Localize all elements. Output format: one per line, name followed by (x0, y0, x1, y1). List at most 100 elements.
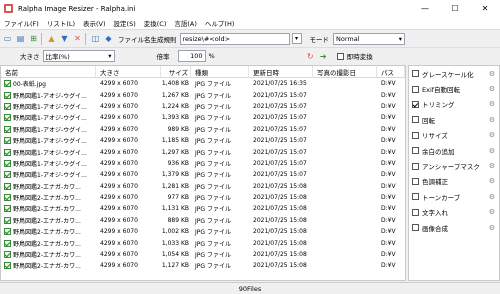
mode-select[interactable]: Normal ▾ (333, 32, 405, 45)
filter-checkbox[interactable] (412, 147, 419, 155)
filter-checkbox[interactable] (412, 177, 419, 185)
row-checkbox[interactable] (4, 239, 11, 247)
table-row[interactable]: 野鳥図鑑2-エナガ-カワ... 4299 x 6070 1,127 KB JPG ファ… (1, 260, 405, 271)
gear-icon[interactable]: ⚙ (489, 193, 495, 201)
row-checkbox[interactable] (4, 205, 11, 213)
filter-item[interactable]: 余白の追加 ⚙ (409, 143, 499, 158)
apply-icon[interactable]: ➔ (318, 51, 329, 62)
row-checkbox[interactable] (4, 216, 11, 224)
filter-item[interactable]: 回転 ⚙ (409, 112, 499, 127)
row-checkbox[interactable] (4, 102, 11, 110)
filter-item[interactable]: 画像合成 ⚙ (409, 220, 499, 235)
table-row[interactable]: 野鳥図鑑1-アオジ-ウグイ... 4299 x 6070 1,393 KB JPG フ… (1, 112, 405, 123)
gear-icon[interactable]: ⚙ (489, 100, 495, 108)
row-checkbox[interactable] (4, 91, 11, 99)
table-row[interactable]: 野鳥図鑑2-エナガ-カワ... 4299 x 6070 1,054 KB JPG ファ… (1, 249, 405, 260)
gear-icon[interactable]: ⚙ (489, 85, 495, 93)
col-type[interactable]: 種類 (191, 66, 249, 78)
gear-icon[interactable]: ⚙ (489, 162, 495, 170)
filter-item[interactable]: グレースケール化 ⚙ (409, 66, 499, 81)
menu-file[interactable]: ファイル(F) (0, 18, 43, 28)
row-checkbox[interactable] (4, 262, 11, 270)
filter-item[interactable]: 色調補正 ⚙ (409, 174, 499, 189)
row-checkbox[interactable] (4, 182, 11, 190)
row-checkbox[interactable] (4, 159, 11, 167)
filter-checkbox[interactable] (412, 100, 419, 108)
filter-item[interactable]: アンシャープマスク ⚙ (409, 158, 499, 173)
ratio-input[interactable]: 100 (177, 50, 206, 62)
row-checkbox[interactable] (4, 171, 11, 179)
col-name[interactable]: 名前 (1, 66, 96, 78)
row-checkbox[interactable] (4, 125, 11, 133)
filter-item[interactable]: トーンカーブ ⚙ (409, 189, 499, 204)
col-size[interactable]: サイズ (161, 66, 191, 78)
table-row[interactable]: 野鳥図鑑1-アオジ-ウグイ... 4299 x 6070 1,224 KB JPG フ… (1, 101, 405, 112)
gear-icon[interactable]: ⚙ (489, 70, 495, 78)
table-row[interactable]: 野鳥図鑑2-エナガ-カワ... 4299 x 6070 977 KB JPG ファイル… (1, 192, 405, 203)
filter-checkbox[interactable] (412, 224, 419, 232)
col-dimensions[interactable]: 大きさ (96, 66, 161, 78)
menu-settings[interactable]: 設定(S) (110, 18, 140, 28)
filter-checkbox[interactable] (412, 85, 419, 93)
open-folder-icon[interactable]: ▭ (2, 33, 13, 44)
gear-icon[interactable]: ⚙ (489, 177, 495, 185)
filename-rule-input[interactable]: resize\#<old> (179, 32, 290, 45)
table-row[interactable]: 野鳥図鑑1-アオジ-ウグイ... 4299 x 6070 989 KB JPG ファイ… (1, 124, 405, 135)
row-checkbox[interactable] (4, 148, 11, 156)
row-checkbox[interactable] (4, 80, 11, 88)
menu-help[interactable]: ヘルプ(H) (201, 18, 238, 28)
add-files-icon[interactable]: ⊞ (28, 33, 39, 44)
maximize-button[interactable]: ☐ (440, 0, 470, 17)
filter-checkbox[interactable] (412, 131, 419, 139)
row-checkbox[interactable] (4, 251, 11, 259)
row-checkbox[interactable] (4, 114, 11, 122)
preview-icon[interactable]: ◫ (90, 33, 101, 44)
open-file-icon[interactable]: ▤ (15, 33, 26, 44)
up-icon[interactable]: ▲ (46, 33, 57, 44)
filter-item[interactable]: Exif自動回転 ⚙ (409, 81, 499, 96)
table-row[interactable]: 野鳥図鑑2-エナガ-カワ... 4299 x 6070 1,131 KB JPG ファ… (1, 203, 405, 214)
menu-list[interactable]: リスト(L) (43, 18, 79, 28)
close-button[interactable]: ✕ (470, 0, 500, 17)
filter-item[interactable]: リサイズ ⚙ (409, 128, 499, 143)
col-path[interactable]: パス (377, 66, 405, 78)
filter-item[interactable]: 文字入れ ⚙ (409, 205, 499, 220)
gear-icon[interactable]: ⚙ (489, 147, 495, 155)
table-row[interactable]: 野鳥図鑑1-アオジ-ウグイ... 4299 x 6070 1,297 KB JPG フ… (1, 146, 405, 157)
menu-convert[interactable]: 変換(C) (140, 18, 171, 28)
table-row[interactable]: 野鳥図鑑1-アオジ-ウグイ... 4299 x 6070 1,267 KB JPG フ… (1, 89, 405, 100)
gear-icon[interactable]: ⚙ (489, 208, 495, 216)
row-checkbox[interactable] (4, 194, 11, 202)
size-select[interactable]: 比率(%) ▾ (42, 50, 115, 62)
filter-checkbox[interactable] (412, 208, 419, 216)
filter-item[interactable]: トリミング ⚙ (409, 97, 499, 112)
rule-menu-icon[interactable]: ▾ (291, 33, 302, 44)
gear-icon[interactable]: ⚙ (489, 131, 495, 139)
minimize-button[interactable]: — (410, 0, 440, 17)
table-row[interactable]: 野鳥図鑑2-エナガ-カワ... 4299 x 6070 889 KB JPG ファイル… (1, 215, 405, 226)
table-row[interactable]: 野鳥図鑑1-アオジ-ウグイ... 4299 x 6070 1,185 KB JPG フ… (1, 135, 405, 146)
gear-icon[interactable]: ⚙ (489, 116, 495, 124)
refresh-icon[interactable]: ↻ (305, 51, 316, 62)
menu-view[interactable]: 表示(V) (79, 18, 110, 28)
convert-icon[interactable]: ◆ (103, 33, 114, 44)
down-icon[interactable]: ▼ (59, 33, 70, 44)
filter-checkbox[interactable] (412, 193, 419, 201)
filter-checkbox[interactable] (412, 70, 419, 78)
table-row[interactable]: 野鳥図鑑2-エナガ-カワ... 4299 x 6070 1,033 KB JPG ファ… (1, 237, 405, 248)
table-row[interactable]: 野鳥図鑑1-アオジ-ウグイ... 4299 x 6070 1,379 KB JPG フ… (1, 169, 405, 180)
menu-language[interactable]: 言語(A) (170, 18, 201, 28)
table-row[interactable]: 野鳥図鑑1-アオジ-ウグイ... 4299 x 6070 936 KB JPG ファイ… (1, 158, 405, 169)
filter-checkbox[interactable] (412, 162, 419, 170)
immediate-checkbox[interactable] (336, 52, 344, 60)
delete-icon[interactable]: ✕ (72, 33, 83, 44)
table-row[interactable]: 00-表紙.jpg 4299 x 6070 1,408 KB JPG ファイル 2021… (1, 78, 405, 89)
col-modified[interactable]: 更新日時 (249, 66, 313, 78)
row-checkbox[interactable] (4, 228, 11, 236)
col-taken[interactable]: 写真の撮影日 (313, 66, 377, 78)
table-row[interactable]: 野鳥図鑑2-エナガ-カワ... 4299 x 6070 1,002 KB JPG ファ… (1, 226, 405, 237)
filter-checkbox[interactable] (412, 116, 419, 124)
gear-icon[interactable]: ⚙ (489, 224, 495, 232)
table-row[interactable]: 野鳥図鑑2-エナガ-カワ... 4299 x 6070 1,281 KB JPG ファ… (1, 181, 405, 192)
row-checkbox[interactable] (4, 137, 11, 145)
